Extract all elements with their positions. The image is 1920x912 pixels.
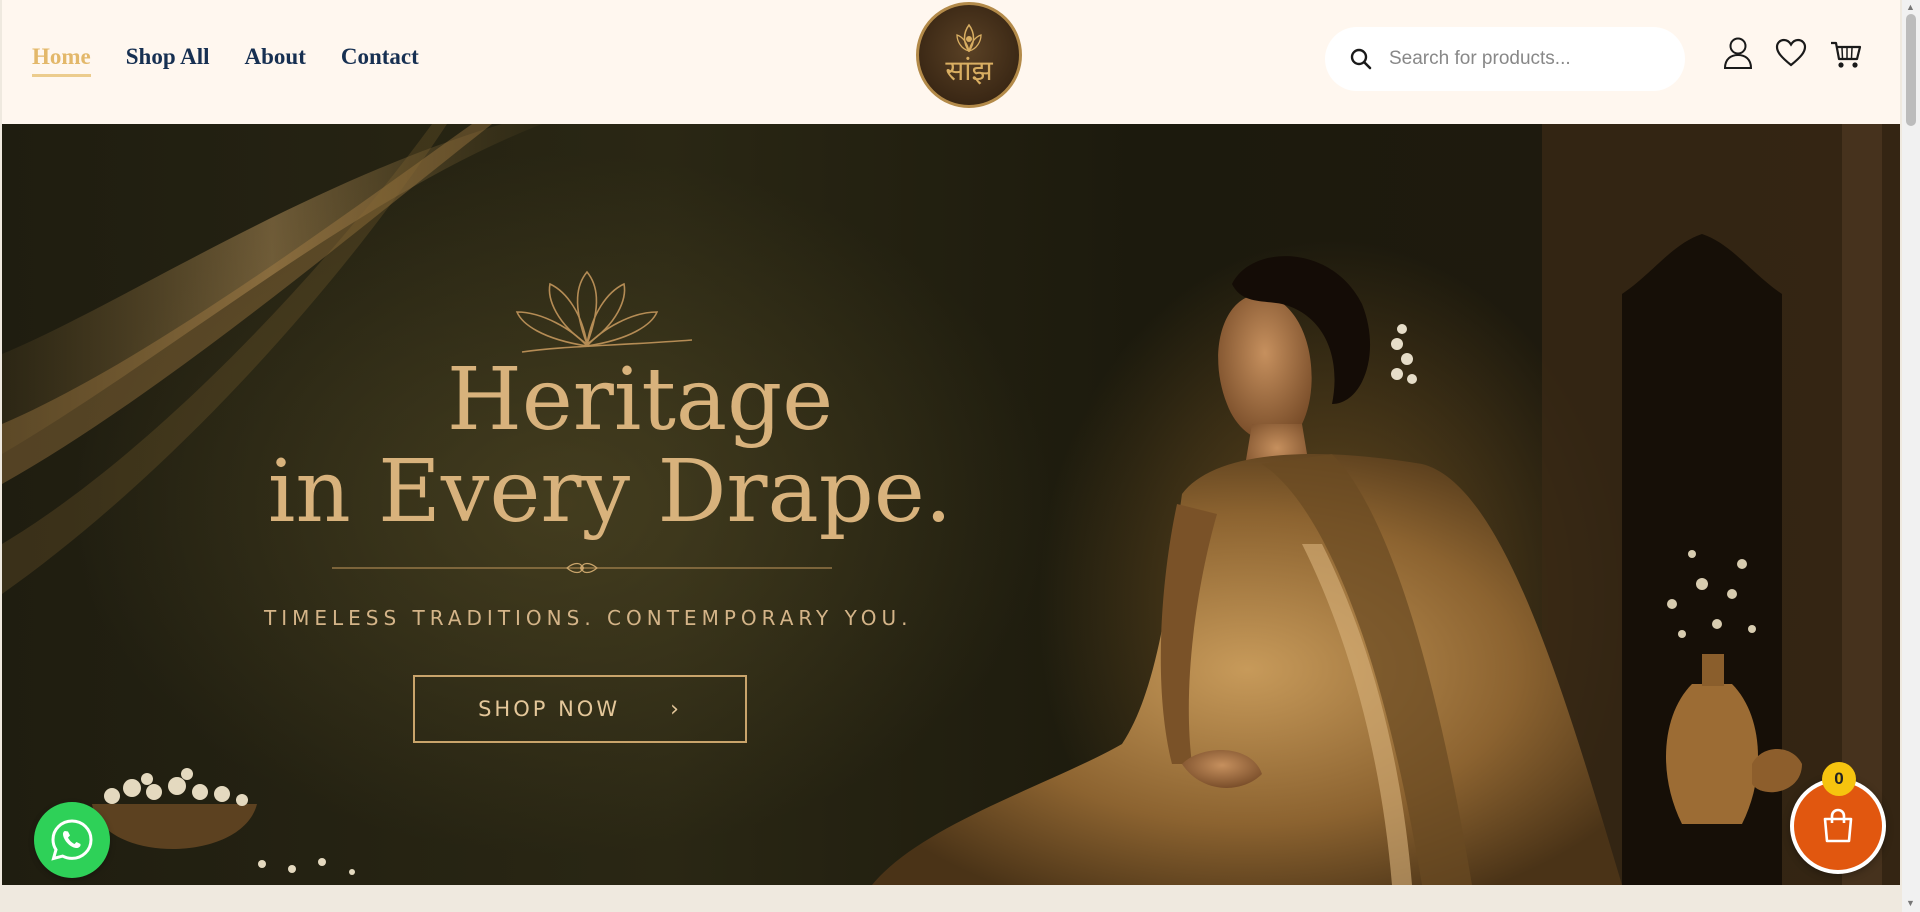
scroll-down-arrow[interactable]: ▼	[1906, 898, 1915, 908]
ornamental-divider	[332, 562, 832, 574]
site-header: Home Shop All About Contact सांझ	[2, 0, 1900, 124]
lotus-ornament	[515, 270, 693, 353]
shopping-bag-icon	[1823, 808, 1853, 843]
scrollbar-thumb[interactable]	[1906, 14, 1916, 126]
hero-tagline: TIMELESS TRADITIONS. CONTEMPORARY YOU.	[264, 606, 913, 630]
hero-title-line2: in Every Drape.	[267, 442, 953, 542]
whatsapp-button[interactable]	[34, 802, 110, 878]
hero-title: Heritage in Every Drape.	[260, 354, 960, 538]
shop-now-label: SHOP NOW	[478, 697, 621, 721]
hero-title-line1: Heritage	[446, 350, 834, 450]
page-scrollbar[interactable]: ▲ ▼	[1902, 0, 1920, 912]
shop-now-button[interactable]: SHOP NOW ›	[413, 675, 747, 743]
search-input[interactable]	[1387, 47, 1681, 71]
cart-icon[interactable]	[1830, 40, 1862, 70]
hero-banner: Heritage in Every Drape. TIMELESS TRADIT…	[2, 124, 1900, 885]
user-icon[interactable]	[1722, 36, 1754, 70]
brand-logo[interactable]: सांझ	[916, 2, 1022, 108]
cart-count-badge: 0	[1822, 762, 1856, 796]
nav-home[interactable]: Home	[32, 44, 91, 77]
search-icon	[1350, 48, 1372, 70]
heart-icon[interactable]	[1775, 38, 1807, 68]
chevron-right-icon: ›	[670, 696, 682, 722]
nav-about[interactable]: About	[245, 44, 306, 77]
main-nav: Home Shop All About Contact	[32, 44, 454, 77]
brand-wordmark: सांझ	[945, 54, 993, 87]
nav-shop-all[interactable]: Shop All	[126, 44, 210, 77]
search-bar[interactable]	[1325, 27, 1685, 91]
whatsapp-icon	[51, 819, 93, 861]
nav-contact[interactable]: Contact	[341, 44, 419, 77]
scroll-up-arrow[interactable]: ▲	[1906, 2, 1915, 12]
